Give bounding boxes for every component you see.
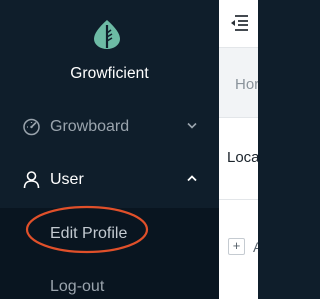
add-button[interactable]: + [228,238,245,255]
breadcrumb: Hor [219,48,258,118]
menu-collapse-icon[interactable] [229,14,249,31]
card-title: Loca [227,149,258,166]
chevron-down-icon [187,122,197,129]
user-submenu: Edit Profile Log-out [0,208,219,299]
main-content: Hor Loca + A [219,0,258,299]
sidebar-item-label: Growboard [50,118,130,135]
user-icon [23,171,40,189]
dashboard-icon [23,118,40,136]
sidebar-item-label: User [50,171,84,188]
chevron-up-icon [187,175,197,182]
submenu-item-edit-profile[interactable]: Edit Profile [50,224,127,243]
sidebar-item-growboard[interactable]: Growboard [0,109,219,145]
sidebar-item-user[interactable]: User [0,162,219,198]
top-bar [219,0,258,48]
breadcrumb-home[interactable]: Hor [235,76,258,93]
add-label[interactable]: A [253,239,258,255]
submenu-item-log-out[interactable]: Log-out [50,277,104,296]
leaf-logo-icon [94,20,120,49]
sidebar: Growficient Growboard User Edit Profile … [0,0,219,299]
brand-name: Growficient [70,65,149,82]
divider [219,199,258,200]
